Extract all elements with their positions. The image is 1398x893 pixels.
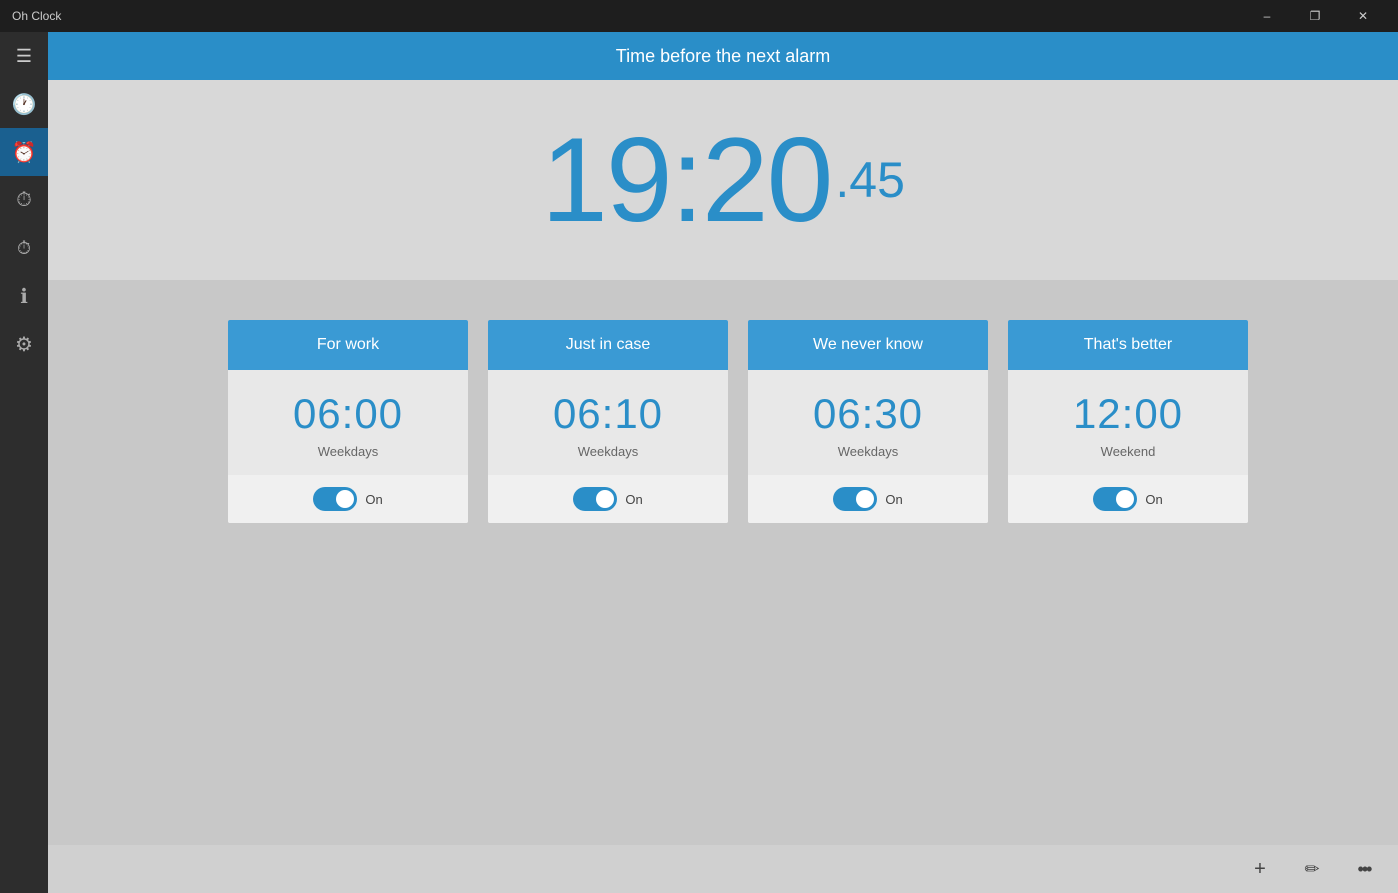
alarm-toggle-alarm2[interactable] xyxy=(573,487,617,511)
alarms-area: For work 06:00 Weekdays On Just in case … xyxy=(48,280,1398,845)
alarm-toggle-alarm3[interactable] xyxy=(833,487,877,511)
alarm-time-alarm4: 12:00 xyxy=(1073,390,1183,438)
alarm-card-body-alarm3: 06:30 Weekdays xyxy=(748,370,988,459)
sidebar-item-info[interactable]: ℹ xyxy=(0,272,48,320)
stopwatch-icon: ⏱ xyxy=(17,238,31,259)
alarm-time-alarm3: 06:30 xyxy=(813,390,923,438)
toggle-thumb-alarm3 xyxy=(856,490,874,508)
alarm-toggle-label-alarm2: On xyxy=(625,492,642,507)
alarm-card-body-alarm1: 06:00 Weekdays xyxy=(228,370,468,459)
sidebar-item-alarm[interactable]: ⏰ xyxy=(0,128,48,176)
alarm-card-header-alarm1: For work xyxy=(228,320,468,370)
alarm-repeat-alarm4: Weekend xyxy=(1101,444,1156,459)
alarm-toggle-alarm4[interactable] xyxy=(1093,487,1137,511)
alarm-time-alarm2: 06:10 xyxy=(553,390,663,438)
alarm-icon: ⏰ xyxy=(12,140,37,165)
alarm-card-body-alarm2: 06:10 Weekdays xyxy=(488,370,728,459)
alarm-repeat-alarm2: Weekdays xyxy=(578,444,638,459)
alarm-card-header-alarm4: That's better xyxy=(1008,320,1248,370)
alarm-card-header-alarm3: We never know xyxy=(748,320,988,370)
clock-icon: 🕐 xyxy=(12,92,37,117)
alarm-toggle-label-alarm1: On xyxy=(365,492,382,507)
add-alarm-button[interactable]: + xyxy=(1242,851,1278,887)
countdown-area: 19:20 .45 xyxy=(48,80,1398,280)
top-header: Time before the next alarm xyxy=(48,32,1398,80)
toggle-track-alarm4 xyxy=(1093,487,1137,511)
alarm-toggle-label-alarm3: On xyxy=(885,492,902,507)
toggle-track-alarm1 xyxy=(313,487,357,511)
toggle-thumb-alarm1 xyxy=(336,490,354,508)
main-content: Time before the next alarm 19:20 .45 For… xyxy=(48,32,1398,893)
sidebar-item-clock[interactable]: 🕐 xyxy=(0,80,48,128)
close-button[interactable]: ✕ xyxy=(1340,0,1386,32)
alarm-title-alarm4: That's better xyxy=(1084,336,1172,353)
alarms-grid: For work 06:00 Weekdays On Just in case … xyxy=(228,320,1318,523)
header-title: Time before the next alarm xyxy=(616,46,830,67)
alarm-repeat-alarm3: Weekdays xyxy=(838,444,898,459)
alarm-title-alarm3: We never know xyxy=(813,336,923,353)
app-body: ☰ 🕐 ⏰ ⏱ ⏱ ℹ ⚙ Time before the next alarm… xyxy=(0,32,1398,893)
edit-button[interactable]: ✏ xyxy=(1294,851,1330,887)
more-button[interactable]: ••• xyxy=(1346,851,1382,887)
alarm-toggle-label-alarm4: On xyxy=(1145,492,1162,507)
alarm-card-footer-alarm3: On xyxy=(748,475,988,523)
toggle-track-alarm3 xyxy=(833,487,877,511)
alarm-card-alarm4[interactable]: That's better 12:00 Weekend On xyxy=(1008,320,1248,523)
alarm-card-footer-alarm4: On xyxy=(1008,475,1248,523)
sidebar-item-timer[interactable]: ⏱ xyxy=(0,176,48,224)
countdown-display: 19:20 xyxy=(541,120,831,240)
countdown-seconds: .45 xyxy=(835,151,905,209)
alarm-card-alarm2[interactable]: Just in case 06:10 Weekdays On xyxy=(488,320,728,523)
timer-icon: ⏱ xyxy=(16,189,32,212)
alarm-title-alarm1: For work xyxy=(317,336,379,353)
maximize-button[interactable]: ❐ xyxy=(1292,0,1338,32)
alarm-repeat-alarm1: Weekdays xyxy=(318,444,378,459)
add-icon: + xyxy=(1254,858,1266,881)
toggle-thumb-alarm4 xyxy=(1116,490,1134,508)
alarm-card-alarm3[interactable]: We never know 06:30 Weekdays On xyxy=(748,320,988,523)
alarm-card-body-alarm4: 12:00 Weekend xyxy=(1008,370,1248,459)
window-controls: – ❐ ✕ xyxy=(1244,0,1386,32)
bottom-toolbar: + ✏ ••• xyxy=(48,845,1398,893)
alarm-card-footer-alarm1: On xyxy=(228,475,468,523)
more-icon: ••• xyxy=(1358,859,1371,880)
alarm-title-alarm2: Just in case xyxy=(566,336,650,353)
toggle-thumb-alarm2 xyxy=(596,490,614,508)
alarm-card-header-alarm2: Just in case xyxy=(488,320,728,370)
alarm-time-alarm1: 06:00 xyxy=(293,390,403,438)
edit-icon: ✏ xyxy=(1304,859,1319,880)
settings-icon: ⚙ xyxy=(15,332,33,357)
alarm-card-footer-alarm2: On xyxy=(488,475,728,523)
title-bar: Oh Clock – ❐ ✕ xyxy=(0,0,1398,32)
sidebar-item-stopwatch[interactable]: ⏱ xyxy=(0,224,48,272)
sidebar: ☰ 🕐 ⏰ ⏱ ⏱ ℹ ⚙ xyxy=(0,32,48,893)
sidebar-item-settings[interactable]: ⚙ xyxy=(0,320,48,368)
hamburger-icon: ☰ xyxy=(16,46,32,67)
toggle-track-alarm2 xyxy=(573,487,617,511)
minimize-button[interactable]: – xyxy=(1244,0,1290,32)
alarm-toggle-alarm1[interactable] xyxy=(313,487,357,511)
info-icon: ℹ xyxy=(20,284,28,309)
sidebar-menu-button[interactable]: ☰ xyxy=(0,32,48,80)
alarm-card-alarm1[interactable]: For work 06:00 Weekdays On xyxy=(228,320,468,523)
app-title: Oh Clock xyxy=(12,9,61,23)
